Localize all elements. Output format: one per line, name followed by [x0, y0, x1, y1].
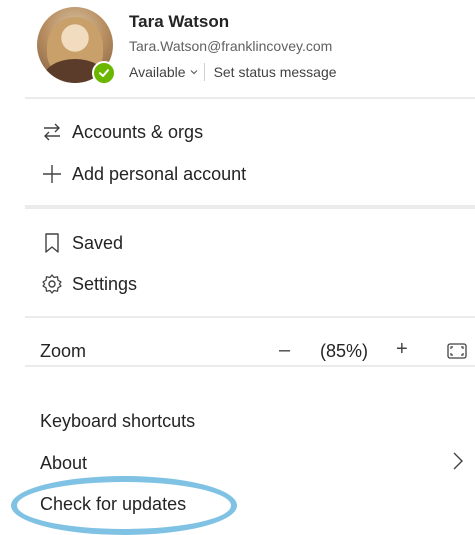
status-row: Available Set status message — [129, 63, 337, 81]
profile-header: Tara Watson Tara.Watson@franklincovey.co… — [0, 0, 475, 97]
bookmark-icon — [40, 231, 64, 255]
divider — [25, 365, 475, 367]
chevron-right-icon[interactable] — [452, 451, 464, 476]
profile-email: Tara.Watson@franklincovey.com — [129, 38, 333, 54]
chevron-down-icon — [190, 69, 198, 75]
switch-arrows-icon — [40, 120, 64, 144]
set-status-message-link[interactable]: Set status message — [214, 64, 337, 80]
keyboard-shortcuts-item[interactable]: Keyboard shortcuts — [40, 411, 195, 432]
zoom-out-button[interactable]: – — [279, 339, 290, 362]
zoom-level: (85%) — [320, 341, 369, 361]
divider — [25, 316, 475, 318]
settings-item[interactable]: Settings — [40, 272, 137, 296]
divider — [25, 205, 475, 209]
zoom-in-button[interactable]: + — [396, 338, 408, 361]
plus-icon — [40, 162, 64, 186]
saved-label: Saved — [72, 232, 124, 253]
presence-available-icon — [92, 61, 116, 85]
profile-name: Tara Watson — [129, 12, 230, 31]
gear-icon — [40, 272, 64, 296]
accounts-orgs-item[interactable]: Accounts & orgs — [40, 120, 203, 144]
status-label: Available — [129, 64, 186, 80]
add-personal-account-label: Add personal account — [72, 163, 247, 184]
saved-item[interactable]: Saved — [40, 231, 123, 255]
settings-label: Settings — [72, 273, 138, 294]
zoom-label: Zoom — [40, 341, 87, 361]
divider — [25, 97, 475, 99]
status-divider — [203, 63, 205, 81]
about-item[interactable]: About — [40, 453, 87, 474]
status-dropdown[interactable]: Available — [129, 64, 204, 80]
highlight-ellipse — [11, 476, 237, 535]
fit-to-window-icon[interactable] — [447, 343, 467, 364]
accounts-orgs-label: Accounts & orgs — [72, 121, 204, 142]
add-personal-account-item[interactable]: Add personal account — [40, 162, 246, 186]
